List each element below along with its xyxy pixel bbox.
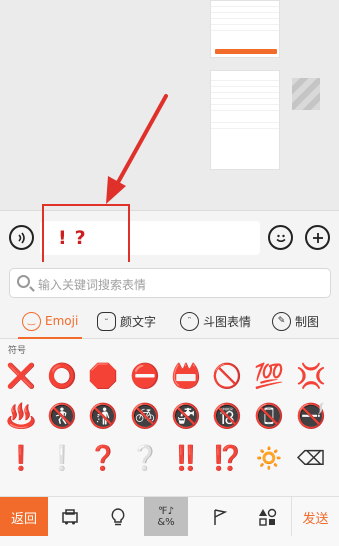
tab-kaomoji[interactable]: ᵕ 颜文字	[97, 310, 156, 332]
tab-label: Emoji	[45, 314, 79, 328]
emoji-search-bar: 输入关键词搜索表情	[0, 262, 339, 302]
draw-icon: ✎	[272, 311, 291, 331]
emoji-name-badge[interactable]: 📛	[171, 361, 201, 391]
back-button[interactable]: 返回	[0, 497, 48, 537]
send-button[interactable]: 发送	[291, 497, 339, 537]
tab-meme[interactable]: ᵔ 斗图表情	[180, 310, 251, 332]
emoji-exclamation-mark[interactable]: ❗	[6, 443, 36, 473]
tab-label: 制图	[295, 314, 320, 329]
emoji-white-exclamation-mark[interactable]: ❕	[47, 443, 77, 473]
transport-icon[interactable]	[48, 497, 92, 537]
category-label: 符号	[8, 346, 27, 356]
footer-strip	[0, 536, 339, 546]
tab-label: 斗图表情	[203, 314, 252, 329]
smiley-icon[interactable]	[268, 225, 293, 250]
flag-icon[interactable]	[198, 497, 242, 537]
emoji-hundred-points[interactable]: 💯	[254, 361, 284, 391]
emoji-exclamation-question[interactable]: ⁉️	[212, 443, 242, 473]
emoji-cross-mark[interactable]: ❌	[6, 361, 36, 391]
emoji-white-question-mark[interactable]: ❔	[130, 443, 160, 473]
search-placeholder: 输入关键词搜索表情	[38, 278, 147, 292]
annotation-arrow	[106, 94, 168, 204]
emoji-prohibited[interactable]: 🚫	[212, 361, 242, 391]
emoji-no-littering[interactable]: 🚯	[88, 401, 118, 431]
tab-draw[interactable]: ✎ 制图	[272, 310, 319, 332]
meme-icon: ᵔ	[180, 311, 199, 331]
emoji-bottom-bar: 返回 ℉♪ &% 发送	[0, 496, 339, 537]
screen: !? 输入关键词搜索表情 ‿ Emoji ᵕ 颜文字 ᵔ 斗图表情 ✎ 制图 符…	[0, 0, 339, 546]
emoji-no-mobile-phones[interactable]: 📵	[254, 401, 284, 431]
emoji-hollow-circle[interactable]: ⭕	[47, 361, 77, 391]
voice-icon[interactable]	[9, 225, 34, 250]
emoji-double-exclamation[interactable]: ‼️	[171, 443, 201, 473]
plus-icon[interactable]	[305, 225, 330, 250]
chat-history	[0, 0, 339, 210]
emoji-hot-springs[interactable]: ♨️	[6, 401, 36, 431]
smiley-icon: ‿	[22, 311, 41, 331]
backspace-icon[interactable]: ⌫	[296, 443, 326, 473]
annotation-highlight-box	[42, 204, 130, 267]
emoji-anger-symbol[interactable]: 💢	[296, 361, 326, 391]
emoji-no-smoking[interactable]: 🚭	[296, 401, 326, 431]
emoji-no-bicycles[interactable]: 🚳	[130, 401, 160, 431]
search-icon	[17, 275, 30, 288]
emoji-stop-sign[interactable]: 🛑	[88, 361, 118, 391]
emoji-no-entry[interactable]: ⛔	[130, 361, 160, 391]
emoji-no-one-under-eighteen[interactable]: 🔞	[212, 401, 242, 431]
symbols-tab[interactable]: ℉♪ &%	[144, 497, 188, 537]
emoji-non-potable-water[interactable]: 🚱	[171, 401, 201, 431]
emoji-tabs: ‿ Emoji ᵕ 颜文字 ᵔ 斗图表情 ✎ 制图	[0, 302, 339, 339]
emoji-dim-button[interactable]: 🔅	[254, 443, 284, 473]
emoji-search-input[interactable]: 输入关键词搜索表情	[9, 268, 331, 298]
emoji-no-pedestrians[interactable]: 🚷	[47, 401, 77, 431]
kaomoji-icon: ᵕ	[97, 311, 116, 331]
tab-emoji[interactable]: ‿ Emoji	[22, 310, 78, 332]
lightbulb-icon[interactable]	[96, 497, 140, 537]
symbols-label: ℉♪ &%	[157, 506, 178, 528]
emoji-panel: 符号 ❌ ⭕ 🛑 ⛔ 📛 🚫 💯 💢 ♨️ 🚷 🚯 🚳 🚱 🔞 📵 🚭 ❗ ❕ …	[0, 339, 339, 501]
emoji-question-mark[interactable]: ❓	[88, 443, 118, 473]
shapes-icon[interactable]	[246, 497, 290, 537]
tab-label: 颜文字	[120, 314, 157, 329]
